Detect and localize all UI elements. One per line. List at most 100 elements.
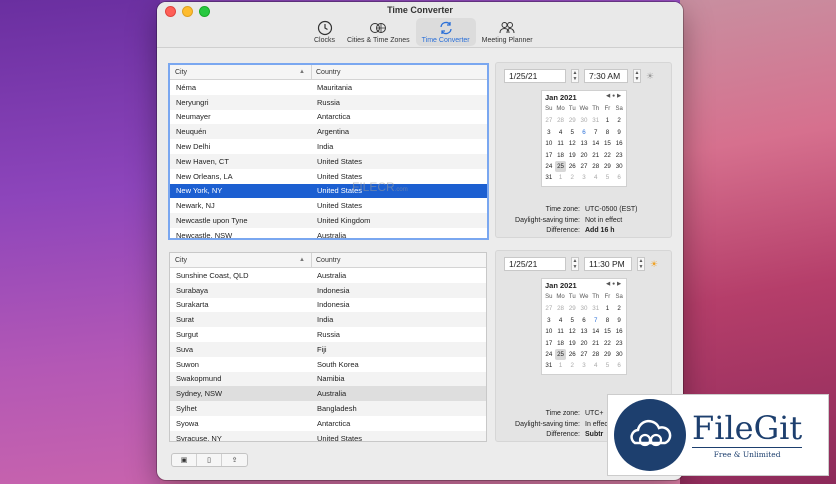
calendar-nav-icons[interactable]: ◀●▶ <box>606 93 623 102</box>
calendar-day[interactable]: 29 <box>566 303 578 314</box>
calendar-day[interactable]: 23 <box>613 150 625 161</box>
calendar-day[interactable]: 29 <box>602 161 614 172</box>
calendar-day[interactable]: 1 <box>602 115 614 126</box>
country-column-header[interactable]: Country <box>312 257 341 264</box>
calendar-day[interactable]: 17 <box>543 150 555 161</box>
calendar-day[interactable]: 31 <box>543 360 555 371</box>
calendar-day[interactable]: 8 <box>602 315 614 326</box>
calendar-day[interactable]: 21 <box>590 150 602 161</box>
table-row[interactable]: Newark, NJ United States <box>170 198 487 213</box>
calendar-day[interactable]: 5 <box>602 360 614 371</box>
table-row[interactable]: Néma Mauritania <box>170 80 487 95</box>
date-field[interactable]: 1/25/21 <box>504 257 566 271</box>
calendar-day[interactable]: 29 <box>566 115 578 126</box>
table-row[interactable]: Neuquén Argentina <box>170 124 487 140</box>
table-row[interactable]: Surat India <box>170 312 486 328</box>
city-column-header[interactable]: City ▲ <box>170 65 312 79</box>
table-row-highlighted[interactable]: Sydney, NSW Australia <box>170 386 486 402</box>
city-column-header[interactable]: City ▲ <box>170 253 312 267</box>
calendar-day[interactable]: 14 <box>590 138 602 149</box>
calendar-day[interactable]: 25 <box>554 160 567 173</box>
calendar-day[interactable]: 31 <box>590 115 602 126</box>
calendar-day[interactable]: 8 <box>602 127 614 138</box>
calendar-day[interactable]: 9 <box>613 127 625 138</box>
calendar-day[interactable]: 1 <box>555 360 567 371</box>
map-icon[interactable]: ▣ <box>172 454 197 466</box>
calendar-day[interactable]: 22 <box>602 338 614 349</box>
calendar-day[interactable]: 2 <box>566 360 578 371</box>
document-icon[interactable]: ▯ <box>197 454 222 466</box>
calendar-day[interactable]: 21 <box>590 338 602 349</box>
calendar-day[interactable]: 30 <box>613 161 625 172</box>
calendar-day[interactable]: 4 <box>555 315 567 326</box>
table-row[interactable]: Swakopmund Namibia <box>170 371 486 387</box>
calendar-day[interactable]: 5 <box>566 127 578 138</box>
country-column-header[interactable]: Country <box>312 69 341 76</box>
calendar-day[interactable]: 2 <box>613 115 625 126</box>
tab-meeting-planner[interactable]: Meeting Planner <box>476 18 539 46</box>
calendar-day[interactable]: 6 <box>613 172 625 183</box>
table-row[interactable]: Newcastle, NSW Australia <box>170 228 487 238</box>
calendar-day[interactable]: 20 <box>578 338 590 349</box>
calendar-day[interactable]: 30 <box>613 349 625 360</box>
top-city-table[interactable]: City ▲ Country Néma Mauritania Neryungri Ru… <box>168 63 489 240</box>
calendar-day[interactable]: 4 <box>590 172 602 183</box>
calendar-day[interactable]: 11 <box>555 138 567 149</box>
calendar-day[interactable]: 18 <box>555 338 567 349</box>
table-row[interactable]: Surakarta Indonesia <box>170 298 486 313</box>
calendar-day[interactable]: 28 <box>555 115 567 126</box>
calendar-day[interactable]: 19 <box>566 338 578 349</box>
calendar-day[interactable]: 13 <box>578 326 590 337</box>
calendar-day[interactable]: 2 <box>613 303 625 314</box>
share-icon[interactable]: ⇪ <box>222 454 247 466</box>
calendar-day[interactable]: 3 <box>543 127 555 138</box>
calendar-day[interactable]: 18 <box>555 150 567 161</box>
calendar-day[interactable]: 23 <box>613 338 625 349</box>
calendar-day[interactable]: 3 <box>543 315 555 326</box>
calendar-day[interactable]: 1 <box>602 303 614 314</box>
tab-time-converter[interactable]: Time Converter <box>415 18 476 46</box>
calendar-day[interactable]: 5 <box>602 172 614 183</box>
calendar-day[interactable]: 29 <box>602 349 614 360</box>
calendar-day[interactable]: 27 <box>543 303 555 314</box>
calendar-nav-icons[interactable]: ◀●▶ <box>606 281 623 290</box>
calendar-day[interactable]: 13 <box>578 138 590 149</box>
calendar-day[interactable]: 9 <box>613 315 625 326</box>
table-row[interactable]: Surgut Russia <box>170 327 486 342</box>
calendar-day[interactable]: 25 <box>554 348 567 361</box>
time-field[interactable]: 11:30 PM <box>584 257 632 271</box>
table-row[interactable]: New Haven, CT United States <box>170 153 487 169</box>
calendar-day[interactable]: 10 <box>543 326 555 337</box>
calendar-day[interactable]: 6 <box>578 315 590 326</box>
calendar[interactable]: Jan 2021 ◀●▶ Su Mo Tu We Th Fr Sa 27 28 29 30 31 1 2 3… <box>541 278 627 375</box>
calendar-day[interactable]: 6 <box>613 360 625 371</box>
calendar-day[interactable]: 27 <box>578 349 590 360</box>
table-row[interactable]: Suwon South Korea <box>170 357 486 372</box>
calendar-day[interactable]: 30 <box>578 115 590 126</box>
calendar-day[interactable]: 2 <box>566 172 578 183</box>
bottom-city-table[interactable]: City ▲ Country Sunshine Coast, QLD Austral… <box>169 252 487 442</box>
table-row[interactable]: Neumayer Antarctica <box>170 110 487 125</box>
calendar-day[interactable]: 28 <box>555 303 567 314</box>
calendar-day[interactable]: 27 <box>578 161 590 172</box>
calendar-day[interactable]: 19 <box>566 150 578 161</box>
table-row[interactable]: Newcastle upon Tyne United Kingdom <box>170 213 487 228</box>
table-row[interactable]: New Orleans, LA United States <box>170 169 487 184</box>
calendar-day[interactable]: 31 <box>590 303 602 314</box>
calendar-day[interactable]: 15 <box>602 138 614 149</box>
calendar-day[interactable]: 16 <box>613 138 625 149</box>
calendar-day[interactable]: 12 <box>566 326 578 337</box>
calendar-day[interactable]: 28 <box>590 161 602 172</box>
calendar-day[interactable]: 11 <box>555 326 567 337</box>
calendar[interactable]: Jan 2021 ◀●▶ Su Mo Tu We Th Fr Sa 27 28 29 30 31 1 2 3… <box>541 90 627 187</box>
calendar-day[interactable]: 22 <box>602 150 614 161</box>
calendar-day[interactable]: 5 <box>566 315 578 326</box>
calendar-day[interactable]: 27 <box>543 115 555 126</box>
calendar-day[interactable]: 4 <box>590 360 602 371</box>
calendar-day[interactable]: 3 <box>578 172 590 183</box>
calendar-day[interactable]: 7 <box>590 315 602 326</box>
tab-clocks[interactable]: Clocks <box>308 18 341 46</box>
table-row[interactable]: Syowa Antarctica <box>170 416 486 431</box>
table-row-selected[interactable]: New York, NY United States <box>170 183 487 199</box>
calendar-day[interactable]: 10 <box>543 138 555 149</box>
